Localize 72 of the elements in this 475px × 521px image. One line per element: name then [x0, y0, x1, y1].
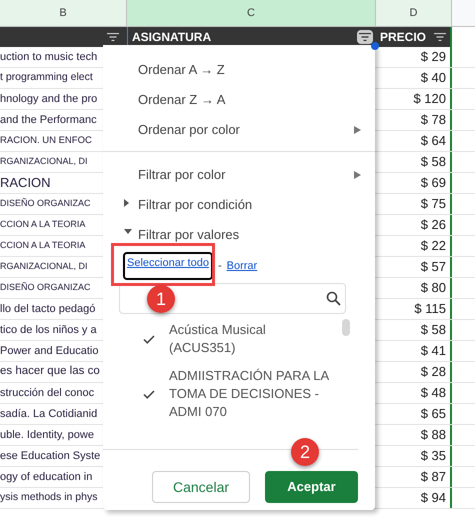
table-cell-text: $ 58: [420, 153, 446, 172]
table-cell-text: $ 78: [420, 111, 446, 130]
menu-item[interactable]: Ordenar A → Z: [103, 55, 375, 85]
table-cell-text: $ 29: [420, 48, 446, 66]
menu-item[interactable]: Filtrar por valores: [103, 220, 375, 250]
menu-item[interactable]: Ordenar Z → A: [103, 85, 375, 115]
blank-cell: [452, 27, 475, 47]
table-cell-text: $ 22: [420, 237, 446, 256]
table-cell-text: tico de los niños y a: [0, 322, 97, 338]
table-cell-text: and the Performanc: [0, 112, 97, 128]
table-cell-text: uction to music tech: [0, 50, 98, 65]
cancel-button[interactable]: Cancelar: [152, 471, 250, 503]
menu-item[interactable]: Filtrar por color: [103, 160, 375, 190]
table-cell-text: CCION A LA TEORIA: [0, 218, 86, 232]
table-cell-text: RGANIZACIONAL, DI: [0, 155, 88, 168]
table-cell-text: uble. Identity, powe: [0, 428, 94, 443]
table-cell-text: llo del tacto pedagó: [0, 302, 96, 317]
table-cell-text: $ 87: [420, 468, 446, 486]
table-cell-text: RACION. UN ENFOC: [0, 134, 92, 148]
table-cell-text: $ 58: [420, 321, 446, 340]
filter-icon[interactable]: [107, 33, 119, 41]
search-icon: [326, 291, 341, 306]
selection-handle[interactable]: [371, 42, 379, 50]
table-cell-text: $ 120: [413, 90, 446, 108]
table-cell-text: $ 115: [414, 300, 446, 318]
table-cell-text: $ 65: [420, 405, 446, 424]
value-option[interactable]: ADMIISTRACIÓN PARA LA TOMA DE DECISIONES - ADMI 070: [103, 367, 358, 421]
table-cell-text: $ 26: [420, 216, 446, 234]
table-cell-text: es hacer que las co: [0, 364, 100, 380]
table-cell-text: $ 41: [420, 342, 446, 360]
table-cell-text: sadía. La Cotidianid: [0, 406, 98, 422]
table-cell-text: DISEÑO ORGANIZAC: [0, 281, 91, 294]
table-cell-text: t programming elect: [0, 70, 93, 86]
table-cell-text: $ 57: [420, 258, 446, 276]
table-cell-text: $ 88: [420, 426, 446, 444]
table-cell-text: DISEÑO ORGANIZAC: [0, 197, 91, 210]
value-option[interactable]: Acústica Musical (ACUS351): [103, 321, 358, 357]
clear-link[interactable]: Borrar: [226, 258, 258, 274]
table-cell-text: $ 80: [420, 279, 446, 298]
table-cell-text: CCION A LA TEORIA: [0, 239, 86, 252]
table-cell-text: ese Education Syste: [0, 448, 100, 464]
table-cell-text: Power and Educatio: [0, 344, 98, 359]
filter-icon[interactable]: [357, 30, 373, 44]
menu-item[interactable]: Filtrar por condición: [103, 190, 375, 220]
filter-icon[interactable]: [434, 33, 446, 41]
submenu-arrow-icon: [354, 126, 361, 134]
table-cell-text: $ 64: [420, 132, 446, 150]
table-cell-text: $ 48: [420, 384, 446, 402]
table-cell-text: $ 35: [420, 447, 446, 466]
table-cell-text: RACION: [0, 174, 51, 192]
accept-button[interactable]: Aceptar: [265, 471, 358, 503]
column-header[interactable]: B: [0, 0, 127, 27]
column-title: PRECIO: [380, 29, 426, 46]
select-all-link[interactable]: Seleccionar todo: [123, 252, 213, 280]
blank-column-header: [452, 0, 475, 27]
column-header[interactable]: C: [127, 0, 376, 27]
table-cell-text: $ 28: [420, 363, 446, 382]
table-cell-text: ogy of education in: [0, 470, 92, 485]
table-cell-text: $ 69: [420, 174, 446, 192]
table-cell-text: strucción del conoc: [0, 386, 94, 401]
table-cell-text: hnology and the pro: [0, 92, 98, 107]
table-cell-text: $ 94: [420, 489, 446, 508]
column-title: ASIGNATURA: [132, 29, 212, 46]
table-cell-text: RGANIZACIONAL, DI: [0, 260, 88, 274]
table-cell-text: $ 40: [420, 69, 446, 88]
table-cell-text: ysis methods in phys: [0, 490, 98, 506]
menu-item[interactable]: Ordenar por color: [103, 115, 375, 145]
table-cell-text: $ 75: [420, 195, 446, 214]
link-separator: -: [218, 258, 222, 274]
scrollbar-thumb[interactable]: [342, 319, 350, 336]
submenu-arrow-icon: [354, 171, 361, 179]
column-header[interactable]: D: [376, 0, 452, 27]
